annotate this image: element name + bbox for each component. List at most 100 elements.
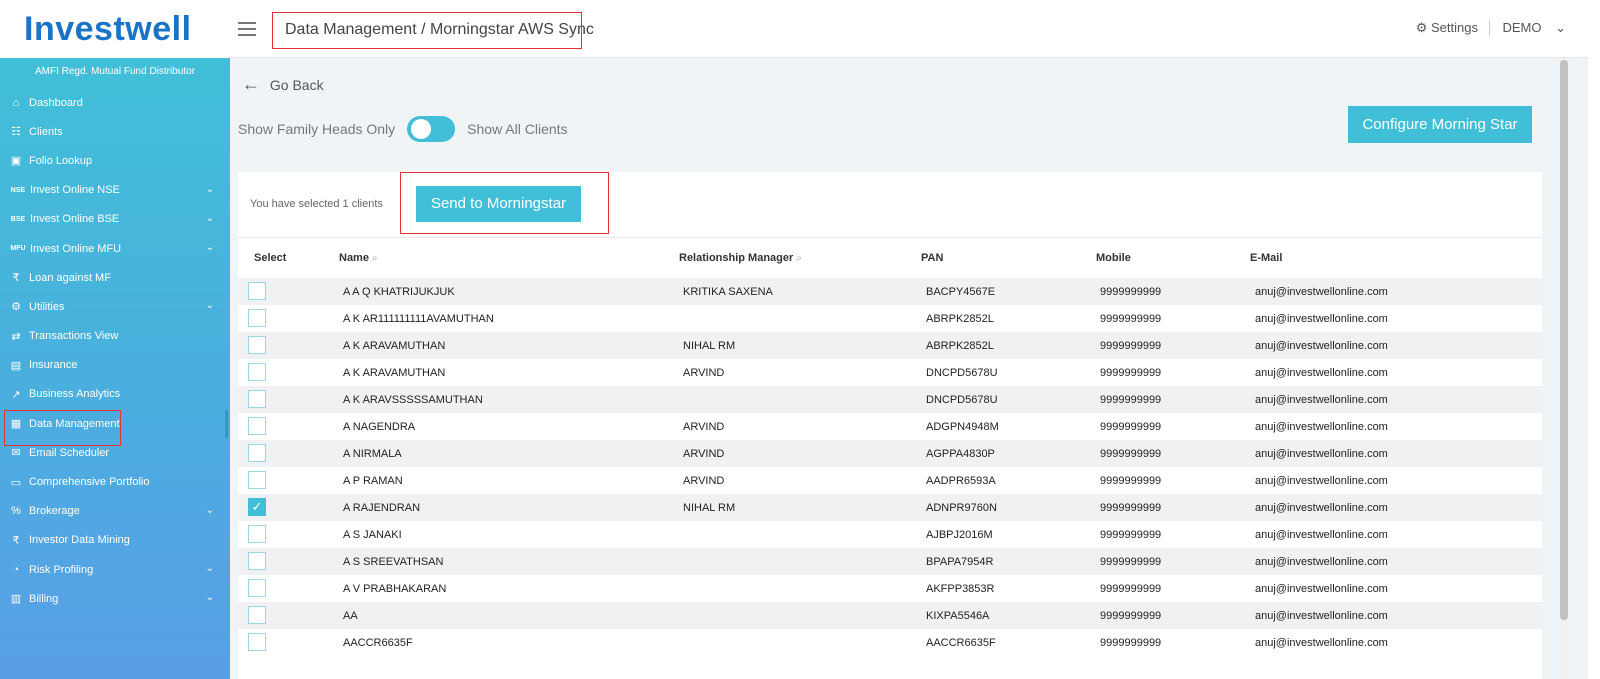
table-row[interactable]: A S JANAKI AJBPJ2016M 9999999999 anuj@inves… (238, 521, 1542, 548)
cell-mobile: 9999999999 (1100, 475, 1162, 487)
header-relationship-manager[interactable]: Relationship Manager ⌕ (679, 252, 802, 264)
sidebar-item-brokerage[interactable]: % Brokerage ⌄ (0, 497, 230, 526)
nse-icon: NSE (10, 186, 26, 194)
table-row[interactable]: A S SREEVATHSAN BPAPA7954R 9999999999 anuj@… (238, 548, 1542, 575)
cell-email: anuj@investwellonline.com (1255, 610, 1388, 622)
sidebar-item-invest-online-mfu[interactable]: MFU Invest Online MFU ⌄ (0, 234, 230, 263)
sidebar-item-insurance[interactable]: ▤ Insurance (0, 351, 230, 380)
sidebar-item-email-scheduler[interactable]: ✉ Email Scheduler (0, 438, 230, 467)
row-checkbox[interactable] (248, 471, 266, 489)
row-checkbox[interactable]: ✓ (248, 498, 266, 516)
row-checkbox[interactable] (248, 525, 266, 543)
header-name[interactable]: Name ⌕ (339, 252, 378, 264)
mining-icon: ₹ (12, 534, 20, 547)
table-row[interactable]: A K AR111111111AVAMUTHAN ABRPK2852L 999999… (238, 305, 1542, 332)
table-row[interactable]: AACCR6635F AACCR6635F 9999999999 anuj@inves… (238, 629, 1542, 656)
sidebar-item-transactions-view[interactable]: ⇄ Transactions View (0, 322, 230, 351)
sidebar-item-billing[interactable]: ▥ Billing ⌄ (0, 584, 230, 613)
sidebar-item-dashboard[interactable]: ⌂ Dashboard (0, 88, 230, 117)
sidebar-item-loan-against-mf[interactable]: ₹ Loan against MF (0, 263, 230, 292)
configure-morning-star-button[interactable]: Configure Morning Star (1348, 106, 1532, 143)
amfi-subtitle: AMFI Regd. Mutual Fund Distributor (34, 66, 196, 77)
scrollbar-thumb[interactable] (1560, 60, 1568, 620)
table-row[interactable]: AA KIXPA5546A 9999999999 anuj@investwellonl… (238, 602, 1542, 629)
sidebar-item-label: Comprehensive Portfolio (29, 476, 150, 489)
go-back-link[interactable]: ← Go Back (242, 74, 324, 95)
sidebar-item-utilities[interactable]: ⚙ Utilities ⌄ (0, 292, 230, 321)
cell-name: A NIRMALA (343, 448, 402, 460)
cell-email: anuj@investwellonline.com (1255, 367, 1388, 379)
sidebar-item-risk-profiling[interactable]: ◔ Risk Profiling ⌄ (0, 555, 230, 584)
table-row[interactable]: A K ARAVSSSSSAMUTHAN DNCPD5678U 9999999999… (238, 386, 1542, 413)
table-row[interactable]: ✓ A RAJENDRAN NIHAL RM ADNPR9760N 9999999999… (238, 494, 1542, 521)
sidebar-item-clients[interactable]: ☷ Clients (0, 117, 230, 146)
users-icon: ☷ (11, 126, 21, 139)
utilities-icon: ⚙ (11, 301, 21, 314)
sidebar-item-invest-online-nse[interactable]: NSE Invest Online NSE ⌄ (0, 176, 230, 205)
row-checkbox[interactable] (248, 390, 266, 408)
cell-name: A NAGENDRA (343, 421, 416, 433)
cell-pan: AJBPJ2016M (926, 529, 993, 541)
table-row[interactable]: A P RAMAN ARVIND AADPR6593A 9999999999 anuj@… (238, 467, 1542, 494)
chevron-down-icon: ⌄ (205, 592, 214, 604)
row-checkbox[interactable] (248, 444, 266, 462)
cell-name: AA (343, 610, 358, 622)
cell-pan: DNCPD5678U (926, 367, 998, 379)
user-menu[interactable]: DEMO ⌄ (1502, 20, 1566, 36)
table-row[interactable]: A A Q KHATRIJUKJUK KRITIKA SAXENA BACPY456… (238, 278, 1542, 305)
home-icon: ⌂ (12, 96, 20, 109)
row-checkbox[interactable] (248, 579, 266, 597)
search-icon[interactable]: ⌕ (796, 253, 802, 264)
sidebar-item-comprehensive-portfolio[interactable]: ▭ Comprehensive Portfolio (0, 467, 230, 496)
sidebar-item-folio-lookup[interactable]: ▣ Folio Lookup (0, 146, 230, 175)
folio-icon: ▣ (10, 155, 22, 168)
sidebar-item-label: Folio Lookup (29, 154, 92, 167)
header-divider (1489, 20, 1490, 36)
row-checkbox[interactable] (248, 282, 266, 300)
table-row[interactable]: A V PRABHAKARAN AKFPP3853R 9999999999 anuj@… (238, 575, 1542, 602)
sidebar-item-business-analytics[interactable]: ↗ Business Analytics (0, 380, 230, 409)
cell-mobile: 9999999999 (1100, 340, 1162, 352)
table-row[interactable]: A K ARAVAMUTHAN ARVIND DNCPD5678U 999999999… (238, 359, 1542, 386)
cell-mobile: 9999999999 (1100, 637, 1162, 649)
scrollbar[interactable] (1558, 58, 1570, 679)
cell-name: A S SREEVATHSAN (343, 556, 444, 568)
cell-rm: NIHAL RM (683, 502, 736, 514)
toggle-right-label: Show All Clients (467, 121, 568, 137)
sidebar-item-invest-online-bse[interactable]: BSE Invest Online BSE ⌄ (0, 205, 230, 234)
row-checkbox[interactable] (248, 417, 266, 435)
cell-mobile: 9999999999 (1100, 583, 1162, 595)
family-heads-toggle[interactable] (407, 116, 456, 142)
row-checkbox[interactable] (248, 633, 266, 651)
sidebar-item-label: Investor Data Mining (29, 534, 130, 547)
send-to-morningstar-button[interactable]: Send to Morningstar (416, 186, 581, 222)
search-icon[interactable]: ⌕ (372, 253, 378, 264)
sidebar-item-data-management[interactable]: ▦ Data Management (0, 409, 230, 447)
portfolio-icon: ▭ (10, 476, 22, 489)
row-checkbox[interactable] (248, 309, 266, 327)
sidebar-item-label: Insurance (29, 359, 78, 372)
settings-link[interactable]: ⚙ Settings (1416, 20, 1478, 36)
header-pan: PAN (921, 252, 944, 264)
sidebar-item-label: Billing (29, 592, 59, 605)
sidebar-item-label: Transactions View (29, 330, 119, 343)
chevron-down-icon: ⌄ (205, 183, 214, 195)
sidebar-item-label: Utilities (29, 300, 65, 313)
investwell-logo[interactable]: Investwell (24, 10, 192, 49)
cell-name: A K ARAVAMUTHAN (343, 367, 446, 379)
sidebar-item-investor-data-mining[interactable]: ₹ Investor Data Mining (0, 526, 230, 555)
cell-email: anuj@investwellonline.com (1255, 421, 1388, 433)
selected-count-text: You have selected 1 clients (250, 198, 383, 210)
row-checkbox[interactable] (248, 606, 266, 624)
cell-mobile: 9999999999 (1100, 421, 1162, 433)
row-checkbox[interactable] (248, 336, 266, 354)
cell-name: A K ARAVAMUTHAN (343, 340, 446, 352)
row-checkbox[interactable] (248, 552, 266, 570)
cell-pan: AGPPA4830P (926, 448, 995, 460)
row-checkbox[interactable] (248, 363, 266, 381)
cell-email: anuj@investwellonline.com (1255, 556, 1388, 568)
menu-toggle-icon[interactable] (238, 22, 256, 38)
table-row[interactable]: A K ARAVAMUTHAN NIHAL RM ABRPK2852L 9999999… (238, 332, 1542, 359)
table-row[interactable]: A NIRMALA ARVIND AGPPA4830P 9999999999 anuj@… (238, 440, 1542, 467)
table-row[interactable]: A NAGENDRA ARVIND ADGPN4948M 9999999999 anuj… (238, 413, 1542, 440)
